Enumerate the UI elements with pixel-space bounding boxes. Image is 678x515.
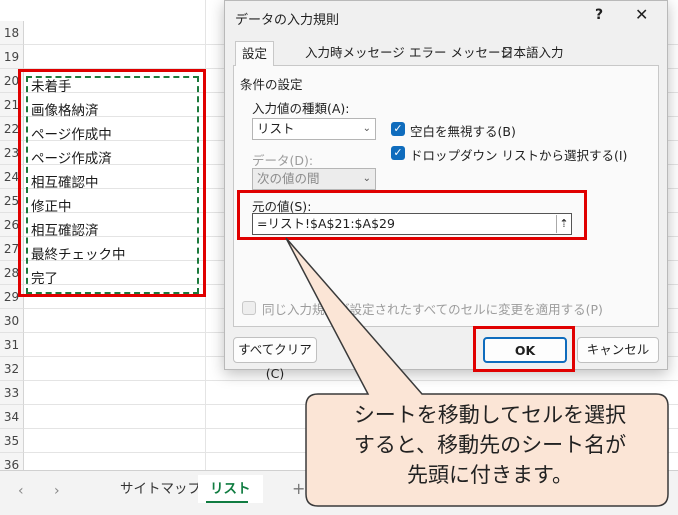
ignore-blank-label: 空白を無視する(B) [410, 124, 516, 139]
dialog-tabs: 設定 入力時メッセージ エラー メッセージ 日本語入力 [233, 41, 659, 67]
clear-all-button[interactable]: すべてクリア(C) [233, 337, 317, 381]
help-icon[interactable]: ? [595, 7, 603, 23]
tab-settings[interactable]: 設定 [235, 41, 275, 67]
dropdown-checkbox[interactable]: ✓ [391, 146, 405, 160]
data-select-value: 次の値の間 [257, 171, 320, 186]
row-number[interactable]: 30 [0, 309, 24, 333]
allow-select-value: リスト [257, 121, 295, 136]
row-number[interactable]: 19 [0, 45, 24, 69]
row-gridline [24, 380, 678, 381]
allow-label: 入力値の種類(A): [252, 101, 350, 116]
apply-all-checkbox [242, 301, 256, 315]
row-number[interactable]: 35 [0, 429, 24, 453]
section-label: 条件の設定 [240, 77, 303, 92]
row-number[interactable]: 33 [0, 381, 24, 405]
allow-select[interactable]: リスト ⌄ [252, 118, 376, 140]
ignore-blank-checkbox[interactable]: ✓ [391, 122, 405, 136]
tab-input-message[interactable]: 入力時メッセージ [299, 41, 411, 65]
data-label: データ(D): [252, 153, 314, 168]
data-validation-dialog: データの入力規則 ? ✕ 設定 入力時メッセージ エラー メッセージ 日本語入力… [224, 0, 668, 381]
sheet-tab-list[interactable]: リスト [198, 475, 263, 503]
highlight-frame-ok [473, 326, 575, 372]
row-number[interactable]: 32 [0, 357, 24, 381]
cancel-button[interactable]: キャンセル [577, 337, 659, 363]
row-number[interactable]: 34 [0, 405, 24, 429]
highlight-frame-list [18, 69, 206, 297]
callout-line: 先頭に付きます。 [407, 463, 573, 487]
close-icon[interactable]: ✕ [635, 5, 648, 24]
active-tab-indicator [206, 501, 248, 503]
apply-all-label: 同じ入力規則が設定されたすべてのセルに変更を適用する(P) [262, 302, 603, 317]
row-number[interactable]: 31 [0, 333, 24, 357]
scroll-right-icon[interactable]: › [54, 483, 60, 499]
highlight-frame-source [237, 190, 587, 240]
chevron-down-icon: ⌄ [362, 173, 371, 184]
scroll-left-icon[interactable]: ‹ [18, 483, 24, 499]
chevron-down-icon: ⌄ [362, 123, 371, 134]
callout-line: シートを移動してセルを選択 [353, 403, 627, 427]
row-number[interactable]: 18 [0, 21, 24, 45]
callout-text: シートを移動してセルを選択 すると、移動先のシート名が 先頭に付きます。 [312, 400, 668, 490]
callout-line: すると、移動先のシート名が [353, 433, 627, 457]
dropdown-label: ドロップダウン リストから選択する(I) [410, 148, 628, 163]
add-sheet-icon[interactable]: + [292, 479, 305, 498]
tab-japanese-input[interactable]: 日本語入力 [495, 41, 570, 65]
data-select: 次の値の間 ⌄ [252, 168, 376, 190]
dialog-title: データの入力規則 [235, 13, 340, 28]
